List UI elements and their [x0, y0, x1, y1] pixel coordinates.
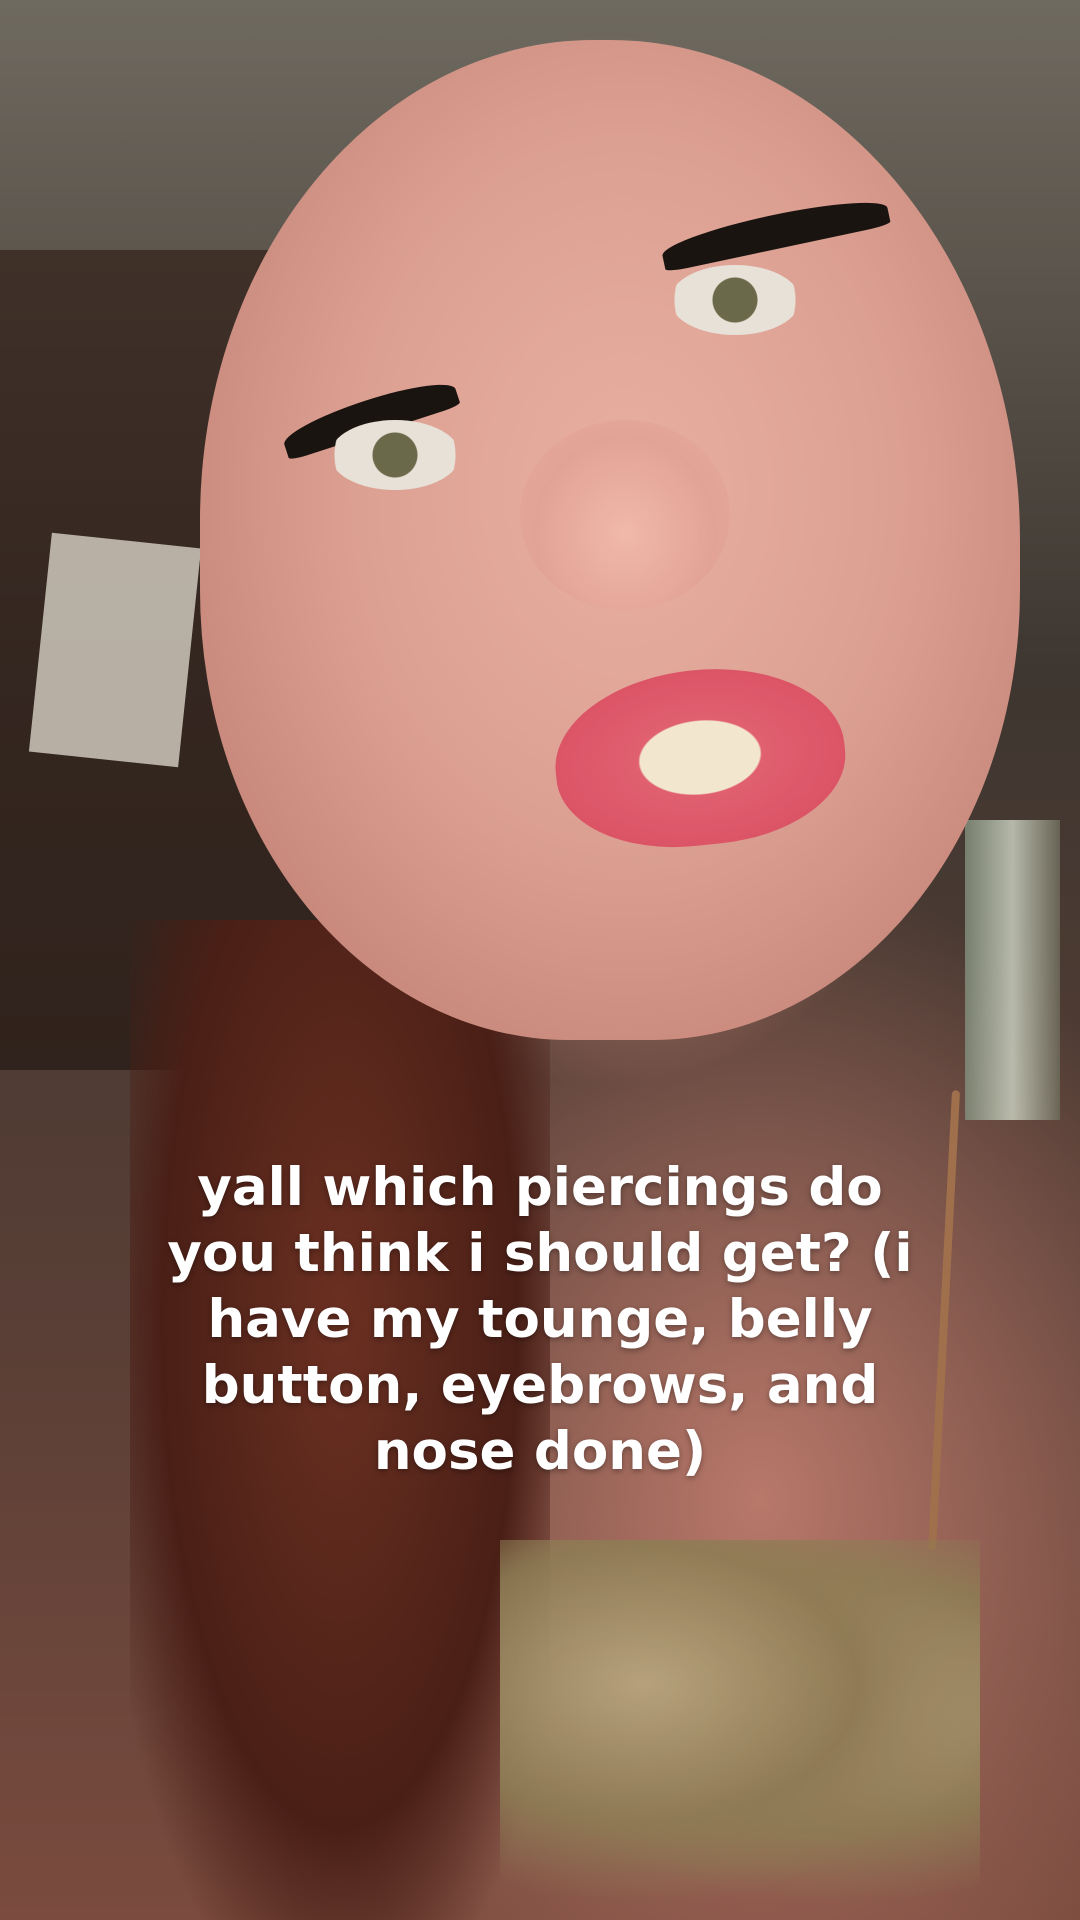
right-eye [670, 265, 800, 335]
nose [520, 420, 730, 610]
video-frame: yall which piercings do you think i shou… [0, 0, 1080, 1920]
left-eye [330, 420, 460, 490]
background-doorway [965, 820, 1060, 1120]
butterfly-pendant [500, 1540, 980, 1900]
caption-text: yall which piercings do you think i shou… [167, 1157, 913, 1482]
background-picture [28, 532, 202, 768]
necklace-chain [927, 1090, 961, 1550]
